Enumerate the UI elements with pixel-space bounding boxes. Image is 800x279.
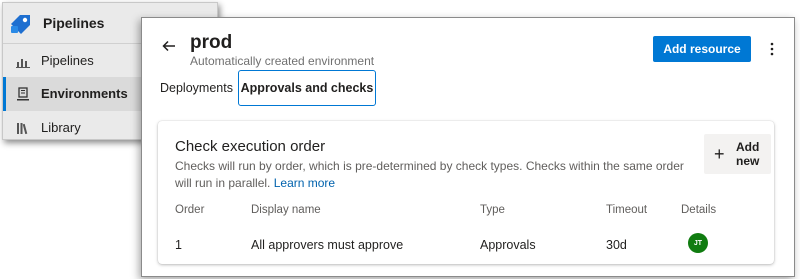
row-display-name: All approvers must approve bbox=[251, 238, 404, 252]
add-new-label: Add new bbox=[736, 140, 760, 168]
add-new-button[interactable]: + Add new bbox=[704, 134, 771, 174]
avatar[interactable]: JT bbox=[688, 233, 708, 253]
card-description: Checks will run by order, which is pre-d… bbox=[175, 158, 695, 192]
more-vertical-icon[interactable] bbox=[766, 40, 778, 58]
sidebar-item-label: Library bbox=[41, 120, 81, 135]
card-description-text: Checks will run by order, which is pre-d… bbox=[175, 159, 684, 190]
row-type: Approvals bbox=[480, 238, 536, 252]
column-header-timeout: Timeout bbox=[606, 204, 648, 216]
plus-icon: + bbox=[714, 144, 725, 164]
back-arrow-icon[interactable] bbox=[160, 37, 178, 55]
column-header-display-name: Display name bbox=[251, 204, 321, 216]
environment-window: prod Automatically created environment A… bbox=[141, 17, 795, 277]
tab-approvals-and-checks[interactable]: Approvals and checks bbox=[238, 70, 376, 106]
pipelines-icon bbox=[16, 59, 30, 68]
page-title: prod bbox=[190, 32, 233, 53]
tab-deployments[interactable]: Deployments bbox=[160, 70, 233, 106]
add-resource-button[interactable]: Add resource bbox=[653, 36, 751, 62]
card-title: Check execution order bbox=[175, 138, 326, 155]
library-icon bbox=[17, 123, 28, 135]
page-subtitle: Automatically created environment bbox=[190, 54, 375, 68]
sidebar-item-label: Pipelines bbox=[41, 53, 94, 68]
column-header-details: Details bbox=[681, 204, 717, 216]
check-execution-order-card: Check execution order Checks will run by… bbox=[158, 121, 774, 264]
pipelines-logo-icon bbox=[11, 15, 30, 34]
column-header-type: Type bbox=[480, 204, 505, 216]
row-timeout: 30d bbox=[606, 238, 627, 252]
sidebar-app-title: Pipelines bbox=[43, 15, 105, 31]
learn-more-link[interactable]: Learn more bbox=[274, 176, 335, 190]
row-order: 1 bbox=[175, 238, 182, 252]
column-header-order: Order bbox=[175, 204, 205, 216]
sidebar-item-label: Environments bbox=[41, 86, 128, 101]
environments-icon bbox=[17, 87, 29, 101]
